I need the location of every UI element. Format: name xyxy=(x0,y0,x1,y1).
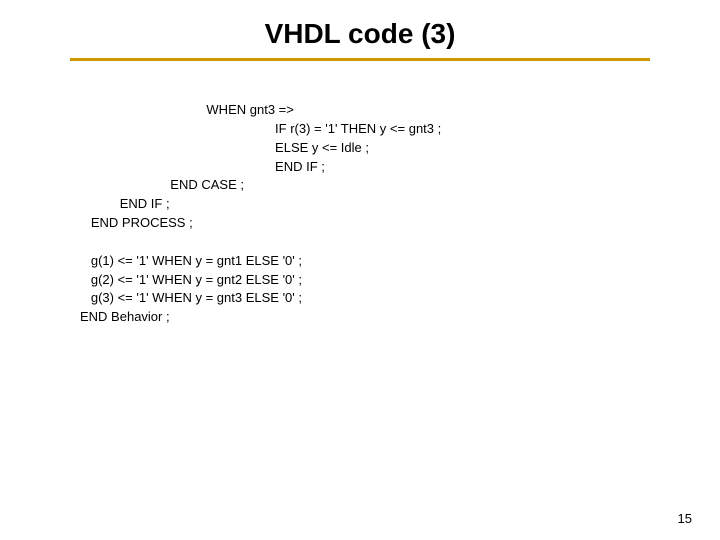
code-line: ELSE y <= Idle ; xyxy=(80,140,369,155)
page-title: VHDL code (3) xyxy=(40,18,680,50)
code-line: WHEN gnt3 => xyxy=(80,102,294,117)
page-number: 15 xyxy=(678,511,692,526)
code-line: END IF ; xyxy=(80,159,325,174)
code-line: IF r(3) = '1' THEN y <= gnt3 ; xyxy=(80,121,441,136)
code-line: g(2) <= '1' WHEN y = gnt2 ELSE '0' ; xyxy=(80,272,302,287)
code-line: END IF ; xyxy=(80,196,170,211)
code-line: g(3) <= '1' WHEN y = gnt3 ELSE '0' ; xyxy=(80,290,302,305)
code-line: END Behavior ; xyxy=(80,309,170,324)
vhdl-code-block: WHEN gnt3 => IF r(3) = '1' THEN y <= gnt… xyxy=(40,101,680,327)
code-line: END CASE ; xyxy=(80,177,244,192)
slide-container: VHDL code (3) WHEN gnt3 => IF r(3) = '1'… xyxy=(0,0,720,540)
title-underline xyxy=(70,58,650,61)
code-line: g(1) <= '1' WHEN y = gnt1 ELSE '0' ; xyxy=(80,253,302,268)
code-line: END PROCESS ; xyxy=(80,215,193,230)
